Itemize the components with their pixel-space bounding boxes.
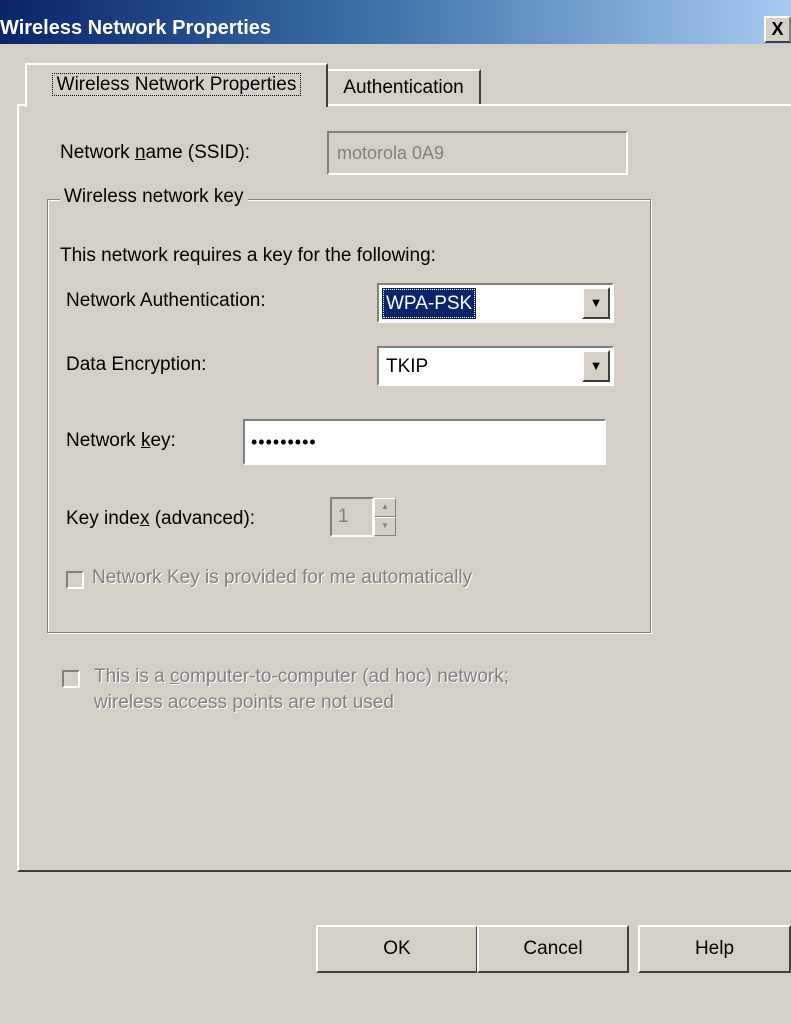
groupbox-legend: Wireless network key [60,186,248,208]
chevron-down-icon[interactable]: ▼ [582,350,610,382]
network-auth-value: WPA-PSK [382,288,477,319]
spin-up-icon: ▲ [374,498,396,517]
cancel-label: Cancel [523,938,583,959]
tab-label: Wireless Network Properties [51,73,302,96]
network-key-input[interactable]: ••••••••• [243,419,606,465]
close-button[interactable]: X [764,16,791,43]
ok-label: OK [383,938,411,959]
adhoc-label-line2: wireless access points are not used [94,692,394,713]
help-button[interactable]: Help [638,925,791,973]
chevron-down-icon[interactable]: ▼ [582,287,610,319]
network-auth-label: Network Authentication: [66,290,266,311]
adhoc-checkbox [62,670,80,688]
ssid-label: Network name (SSID): [60,142,251,163]
network-key-value: ••••••••• [251,432,317,452]
network-key-label: Network key: [66,430,176,451]
key-index-label: Key index (advanced): [66,508,256,529]
key-index-value: 1 [338,506,349,527]
key-index-field: 1 [330,497,374,537]
ssid-field: motorola 0A9 [327,131,628,175]
close-icon: X [771,19,784,39]
adhoc-label-line1: This is a computer-to-computer (ad hoc) … [94,666,509,687]
auto-key-label: Network Key is provided for me automatic… [92,567,473,588]
tab-authentication[interactable]: Authentication [326,69,481,104]
ssid-value: motorola 0A9 [337,143,445,163]
data-encryption-select[interactable]: TKIP ▼ [377,346,614,386]
tab-wireless-network-properties[interactable]: Wireless Network Properties [25,63,328,107]
data-encryption-label: Data Encryption: [66,354,207,375]
tab-label: Authentication [343,77,464,98]
title-bar: Wireless Network Properties X [0,0,791,44]
window-title: Wireless Network Properties [0,17,272,39]
network-auth-select[interactable]: WPA-PSK ▼ [377,283,614,323]
data-encryption-value: TKIP [386,356,429,377]
ok-button[interactable]: OK [316,925,478,973]
key-intro-text: This network requires a key for the foll… [60,245,436,266]
auto-key-checkbox [66,571,84,589]
cancel-button[interactable]: Cancel [477,925,629,973]
help-label: Help [694,938,735,959]
spin-down-icon: ▼ [374,517,396,536]
